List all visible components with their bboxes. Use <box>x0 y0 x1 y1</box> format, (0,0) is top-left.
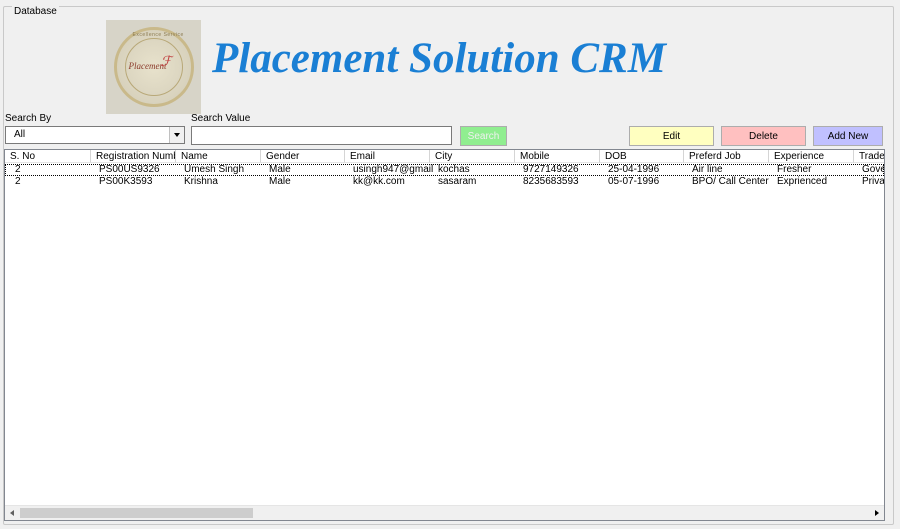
cell-trade: Gove <box>862 164 885 175</box>
cell-gender: Male <box>269 164 291 175</box>
table-row[interactable]: 2 PS00US9326 Umesh Singh Male usingh947@… <box>5 164 884 176</box>
cell-dob: 05-07-1996 <box>608 176 660 187</box>
search-value-label: Search Value <box>191 113 251 124</box>
column-header[interactable]: Email <box>345 150 430 163</box>
add-new-button[interactable]: Add New <box>813 126 883 146</box>
records-grid[interactable]: S. No Registration Numb Name Gender Emai… <box>4 149 885 521</box>
cell-gender: Male <box>269 176 291 187</box>
cell-city: sasaram <box>438 176 477 187</box>
groupbox-title: Database <box>12 6 59 17</box>
cell-preferred-job: Air line <box>692 164 723 175</box>
search-button[interactable]: Search <box>460 126 507 146</box>
cell-name: Krishna <box>184 176 218 187</box>
cell-registration: PS00US9326 <box>99 164 160 175</box>
scroll-right-icon[interactable] <box>870 506 884 520</box>
search-by-value: All <box>14 129 26 140</box>
cell-experience: Exprienced <box>777 176 828 187</box>
cell-experience: Fresher <box>777 164 812 175</box>
cell-dob: 25-04-1996 <box>608 164 660 175</box>
column-header[interactable]: DOB <box>600 150 684 163</box>
cell-city: kochas <box>438 164 470 175</box>
search-by-label: Search By <box>5 113 52 124</box>
delete-button[interactable]: Delete <box>721 126 806 146</box>
cell-name: Umesh Singh <box>184 164 245 175</box>
column-header[interactable]: Preferd Job <box>684 150 769 163</box>
column-header[interactable]: Experience <box>769 150 854 163</box>
column-header[interactable]: City <box>430 150 515 163</box>
cell-preferred-job: BPO/ Call Center <box>692 176 769 187</box>
column-header[interactable]: Name <box>176 150 261 163</box>
table-row[interactable]: 2 PS00K3593 Krishna Male kk@kk.com sasar… <box>5 176 884 188</box>
search-value-input[interactable] <box>191 126 452 145</box>
cell-email: usingh947@gmail. <box>353 164 433 175</box>
chevron-down-icon[interactable] <box>169 127 184 143</box>
company-logo: Excellence Service Placement ℱ <box>106 20 201 114</box>
search-by-select[interactable]: All <box>5 126 185 144</box>
edit-button[interactable]: Edit <box>629 126 714 146</box>
cell-sno: 2 <box>15 176 21 187</box>
cell-email: kk@kk.com <box>353 176 405 187</box>
cell-trade: Privat <box>862 176 885 187</box>
horizontal-scrollbar[interactable] <box>5 505 884 520</box>
cell-mobile: 8235683593 <box>523 176 579 187</box>
column-header[interactable]: Mobile <box>515 150 600 163</box>
column-header[interactable]: Gender <box>261 150 345 163</box>
app-title: Placement Solution CRM <box>212 35 666 82</box>
scroll-left-icon[interactable] <box>5 506 19 520</box>
column-header[interactable]: S. No <box>5 150 91 163</box>
column-header[interactable]: Registration Numb <box>91 150 176 163</box>
logo-seal: Excellence Service Placement ℱ <box>113 27 194 107</box>
cell-mobile: 9727149326 <box>523 164 579 175</box>
scroll-thumb[interactable] <box>20 508 253 518</box>
column-header[interactable]: Trade <box>854 150 884 163</box>
cell-registration: PS00K3593 <box>99 176 153 187</box>
cell-sno: 2 <box>15 164 21 175</box>
